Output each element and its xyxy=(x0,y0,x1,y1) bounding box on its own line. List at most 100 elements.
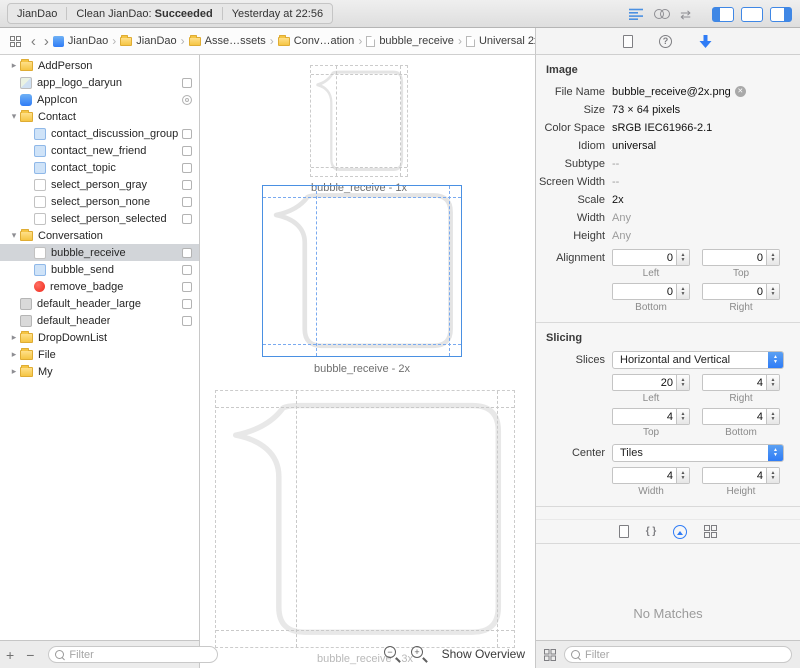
sidebar-item-contact-discussion-group[interactable]: contact_discussion_group xyxy=(0,125,199,142)
asset-state-indicator[interactable] xyxy=(182,162,192,173)
alignment-left-input[interactable] xyxy=(613,250,676,265)
toggle-debug-area-button[interactable] xyxy=(741,6,763,22)
toggle-navigator-button[interactable] xyxy=(712,6,734,22)
quick-help-tab-icon[interactable]: ? xyxy=(659,34,672,48)
alignment-bottom-input[interactable] xyxy=(613,284,676,299)
file-inspector-tab-icon[interactable] xyxy=(623,34,633,48)
breadcrumb-item-asset[interactable]: bubble_receive xyxy=(366,35,454,47)
sidebar-item-contact-new-friend[interactable]: contact_new_friend xyxy=(0,142,199,159)
asset-state-indicator[interactable] xyxy=(182,179,192,190)
standard-editor-icon[interactable] xyxy=(629,8,644,20)
breadcrumb-item-slot[interactable]: Universal 2x xyxy=(465,35,535,47)
library-view-grid-icon[interactable] xyxy=(544,648,556,661)
alignment-top-input[interactable] xyxy=(703,250,766,265)
stepper-control[interactable]: ▲ ▼ xyxy=(766,375,779,390)
asset-well-1x[interactable] xyxy=(310,65,408,177)
sidebar-item-dropdownlist-folder[interactable]: ▸ DropDownList xyxy=(0,329,199,346)
stepper-control[interactable]: ▲ ▼ xyxy=(676,468,689,483)
library-tab-file-templates-icon[interactable] xyxy=(618,525,629,538)
stepper-control[interactable]: ▲ ▼ xyxy=(766,409,779,424)
back-button[interactable]: ‹ xyxy=(27,34,40,49)
navigator-filter-field[interactable] xyxy=(48,646,219,663)
slicing-guide-bottom[interactable] xyxy=(263,344,461,346)
asset-state-indicator[interactable] xyxy=(182,196,192,207)
stepper-control[interactable]: ▲ ▼ xyxy=(676,250,689,265)
zoom-out-button[interactable]: − xyxy=(383,645,401,663)
breadcrumb-item-project[interactable]: JianDao xyxy=(52,35,108,47)
stepper-control[interactable]: ▲ ▼ xyxy=(766,250,779,265)
disclosure-triangle-icon[interactable]: ▸ xyxy=(8,349,20,360)
slicing-guide-left[interactable] xyxy=(316,186,318,356)
sidebar-item-file-folder[interactable]: ▸ File xyxy=(0,346,199,363)
breadcrumb-item-group[interactable]: JianDao xyxy=(120,34,177,47)
sidebar-item-select-person-gray[interactable]: select_person_gray xyxy=(0,176,199,193)
disclosure-triangle-icon[interactable]: ▸ xyxy=(8,332,20,343)
asset-state-indicator[interactable] xyxy=(182,315,192,326)
disclosure-triangle-icon[interactable]: ▸ xyxy=(8,60,20,71)
asset-state-indicator[interactable] xyxy=(182,281,192,292)
assistant-editor-icon[interactable] xyxy=(654,8,671,20)
asset-state-indicator[interactable] xyxy=(182,264,192,275)
center-width-input[interactable] xyxy=(613,468,676,483)
sidebar-item-select-person-selected[interactable]: select_person_selected xyxy=(0,210,199,227)
slice-left-input[interactable] xyxy=(613,375,676,390)
attributes-inspector-tab-icon[interactable] xyxy=(698,34,713,49)
sidebar-item-bubble-send[interactable]: bubble_send xyxy=(0,261,199,278)
version-editor-icon[interactable]: ⇄ xyxy=(680,8,691,21)
disclosure-triangle-icon[interactable]: ▾ xyxy=(8,230,20,241)
remove-button[interactable]: − xyxy=(20,648,40,662)
sidebar-item-remove-badge[interactable]: remove_badge xyxy=(0,278,199,295)
sidebar-item-my-folder[interactable]: ▸ My xyxy=(0,363,199,380)
sidebar-item-appicon[interactable]: AppIcon xyxy=(0,91,199,108)
sidebar-item-default-header-large[interactable]: default_header_large xyxy=(0,295,199,312)
filter-input[interactable] xyxy=(585,648,785,661)
sidebar-item-addperson[interactable]: ▸ AddPerson xyxy=(0,57,199,74)
breadcrumb-item-conversation[interactable]: Conv…ation xyxy=(277,34,354,47)
slicing-guide-right[interactable] xyxy=(449,186,451,356)
slice-right-input[interactable] xyxy=(703,375,766,390)
asset-state-indicator[interactable] xyxy=(182,77,192,88)
library-tab-media-icon[interactable] xyxy=(673,524,688,539)
center-dropdown[interactable]: Tiles ▲ ▼ xyxy=(612,444,784,462)
slicing-guide-top[interactable] xyxy=(263,196,461,198)
asset-state-indicator[interactable] xyxy=(182,145,192,156)
center-height-input[interactable] xyxy=(703,468,766,483)
library-filter-field[interactable] xyxy=(564,646,792,663)
asset-well-3x[interactable] xyxy=(215,390,515,648)
sidebar-item-contact-topic[interactable]: contact_topic xyxy=(0,159,199,176)
add-button[interactable]: + xyxy=(0,648,20,662)
filter-input[interactable] xyxy=(69,648,212,661)
asset-state-indicator[interactable] xyxy=(182,213,192,224)
sidebar-item-bubble-receive[interactable]: bubble_receive xyxy=(0,244,199,261)
disclosure-triangle-icon[interactable]: ▸ xyxy=(8,366,20,377)
toggle-utilities-button[interactable] xyxy=(770,6,792,22)
stepper-control[interactable]: ▲ ▼ xyxy=(766,468,779,483)
stepper-control[interactable]: ▲ ▼ xyxy=(676,409,689,424)
zoom-in-button[interactable]: + xyxy=(410,645,428,663)
show-overview-button[interactable]: Show Overview xyxy=(442,647,525,661)
sidebar-item-contact-folder[interactable]: ▾ Contact xyxy=(0,108,199,125)
alignment-right-input[interactable] xyxy=(703,284,766,299)
slices-dropdown[interactable]: Horizontal and Vertical ▲ ▼ xyxy=(612,351,784,369)
sidebar-item-conversation-folder[interactable]: ▾ Conversation xyxy=(0,227,199,244)
stepper-control[interactable]: ▲ ▼ xyxy=(676,375,689,390)
library-tab-code-snippets-icon[interactable]: { } xyxy=(646,526,657,537)
library-tab-objects-icon[interactable] xyxy=(704,525,718,538)
sidebar-item-select-person-none[interactable]: select_person_none xyxy=(0,193,199,210)
related-items-icon[interactable] xyxy=(10,35,21,47)
asset-state-indicator[interactable] xyxy=(182,94,192,105)
breadcrumb-item-assets[interactable]: Asse…ssets xyxy=(188,34,266,47)
forward-button[interactable]: › xyxy=(40,34,53,49)
asset-state-indicator[interactable] xyxy=(182,128,192,139)
asset-state-indicator[interactable] xyxy=(182,298,192,309)
slice-bottom-input[interactable] xyxy=(703,409,766,424)
disclosure-triangle-icon[interactable]: ▾ xyxy=(8,111,20,122)
asset-state-indicator[interactable] xyxy=(182,247,192,258)
sidebar-item-default-header[interactable]: default_header xyxy=(0,312,199,329)
asset-well-2x-selected[interactable] xyxy=(262,185,462,357)
sidebar-item-app-logo-daryun[interactable]: app_logo_daryun xyxy=(0,74,199,91)
stepper-control[interactable]: ▲ ▼ xyxy=(676,284,689,299)
slice-top-input[interactable] xyxy=(613,409,676,424)
remove-file-icon[interactable]: ✕ xyxy=(734,86,746,97)
stepper-control[interactable]: ▲ ▼ xyxy=(766,284,779,299)
